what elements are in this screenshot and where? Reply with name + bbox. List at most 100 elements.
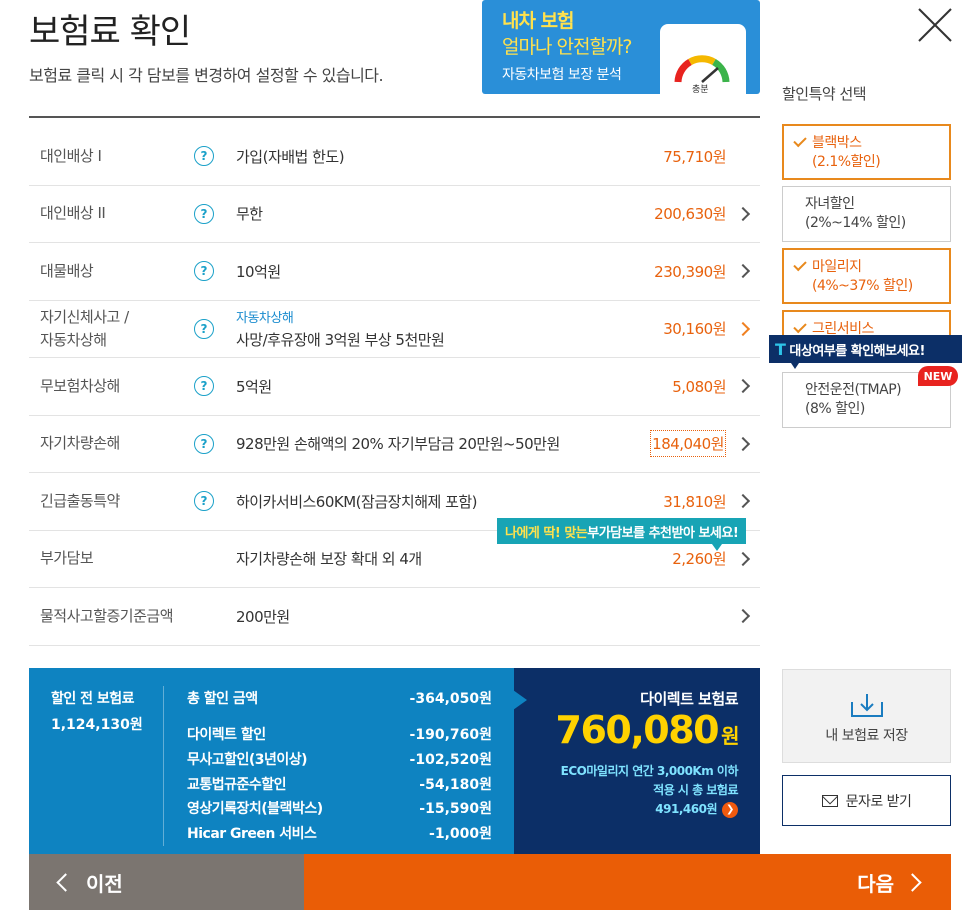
- sms-label: 문자로 받기: [845, 793, 912, 810]
- discount-value: -1,000원: [429, 826, 492, 842]
- help-icon[interactable]: ?: [194, 318, 214, 339]
- coverage-desc: 가입(자배법 한도): [236, 147, 345, 166]
- option-detail: (2.1%할인): [812, 154, 881, 170]
- coverage-desc: 사망/후유장애 3억원 부상 5천만원: [236, 331, 445, 350]
- coverage-price[interactable]: 75,710원: [663, 146, 726, 167]
- discount-value: -102,520원: [409, 752, 492, 768]
- header-divider: [29, 116, 760, 118]
- save-label: 내 보험료 저장: [825, 728, 908, 744]
- option-name: 블랙박스: [812, 135, 862, 151]
- coverage-label: 무보험차상해: [40, 376, 120, 395]
- discount-label: Hicar Green 서비스: [187, 826, 317, 842]
- prev-label: 이전: [86, 871, 123, 896]
- summary-divider: [163, 686, 164, 846]
- coverage-row[interactable]: 자기차량손해 ? 928만원 손해액의 20% 자기부담금 20만원~50만원 …: [29, 416, 760, 473]
- page-subtitle: 보험료 클릭 시 각 담보를 변경하여 설정할 수 있습니다.: [29, 66, 384, 85]
- coverage-label: 자기차량손해: [40, 434, 120, 453]
- gauge-label: 충분: [692, 85, 709, 94]
- save-premium-button[interactable]: 내 보험료 저장: [782, 669, 951, 763]
- tmap-logo-icon: T: [775, 339, 786, 359]
- coverage-label: 대인배상 I: [40, 146, 102, 165]
- discount-value: -54,180원: [419, 777, 492, 793]
- prev-button[interactable]: 이전: [29, 854, 304, 910]
- final-premium-amount: 760,080 원: [555, 708, 740, 752]
- coverage-row[interactable]: 물적사고할증기준금액 200만원: [29, 588, 760, 646]
- coverage-analysis-banner[interactable]: 내차 보험 얼마나 안전할까? 자동차보험 보장 분석 충분: [482, 0, 760, 94]
- banner-line1: 내차 보험: [502, 10, 575, 32]
- close-icon[interactable]: [916, 6, 954, 44]
- coverage-label: 긴급출동특약: [40, 491, 120, 510]
- discount-value: -190,760원: [409, 727, 492, 743]
- coverage-desc: 5억원: [236, 377, 272, 396]
- coverage-desc: 무한: [236, 205, 263, 224]
- option-name: 자녀할인: [805, 196, 855, 212]
- coverage-list: 대인배상 I ? 가입(자배법 한도) 75,710원 대인배상 II ? 무한…: [29, 128, 760, 646]
- discount-value: -15,590원: [419, 801, 492, 817]
- coverage-price[interactable]: 200,630원: [654, 203, 726, 224]
- coverage-price[interactable]: 184,040원: [650, 430, 726, 458]
- coverage-sub-label: 자동차상해: [236, 311, 294, 327]
- option-name: 마일리지: [812, 259, 862, 275]
- eco-mileage-note[interactable]: ECO마일리지 연간 3,000Km 이하 적용 시 총 보험료 491,460…: [560, 762, 739, 819]
- sms-button[interactable]: 문자로 받기: [782, 775, 951, 826]
- coverage-row[interactable]: 대인배상 I ? 가입(자배법 한도) 75,710원: [29, 128, 760, 186]
- coverage-price[interactable]: 31,810원: [663, 491, 726, 512]
- eligibility-tooltip: T 대상여부를 확인해보세요!: [769, 335, 962, 369]
- coverage-row[interactable]: 대물배상 ? 10억원 230,390원: [29, 243, 760, 301]
- coverage-desc: 200만원: [236, 607, 290, 626]
- next-label: 다음: [857, 871, 894, 896]
- chevron-right-icon[interactable]: [735, 264, 751, 279]
- discount-value: -364,050원: [409, 691, 492, 707]
- help-icon[interactable]: ?: [194, 376, 214, 397]
- coverage-row[interactable]: 대인배상 II ? 무한 200,630원: [29, 186, 760, 243]
- coverage-label: 자기신체사고 / 자동차상해: [40, 307, 129, 349]
- addon-recommend-tooltip[interactable]: 나에게 딱! 맞는 부가담보를 추천받아 보세요!: [497, 518, 747, 551]
- next-button[interactable]: 다음: [304, 854, 951, 910]
- final-premium-value: 760,080: [555, 708, 720, 752]
- banner-line2: 얼마나 안전할까?: [502, 36, 632, 58]
- eco-line1: ECO마일리지 연간 3,000Km 이하: [560, 764, 739, 778]
- chevron-left-icon: [56, 872, 75, 892]
- help-icon[interactable]: ?: [194, 491, 214, 512]
- discount-option-child[interactable]: 자녀할인 (2%~14% 할인): [782, 186, 951, 242]
- help-icon[interactable]: ?: [194, 261, 214, 282]
- final-premium-panel: 다이렉트 보험료 760,080 원 ECO마일리지 연간 3,000Km 이하 …: [513, 668, 760, 854]
- coverage-price[interactable]: 230,390원: [654, 261, 726, 282]
- discount-option-mileage[interactable]: 마일리지 (4%~37% 할인): [782, 248, 951, 304]
- discount-label: 무사고할인(3년이상): [187, 752, 308, 768]
- help-icon[interactable]: ?: [194, 203, 214, 224]
- chevron-right-icon[interactable]: [735, 494, 751, 509]
- new-badge: NEW: [918, 366, 958, 386]
- pre-discount-label: 할인 전 보험료: [51, 691, 135, 707]
- chevron-right-icon[interactable]: [735, 551, 751, 566]
- arrow-circle-icon[interactable]: ❯: [722, 801, 738, 818]
- discount-label: 다이렉트 할인: [187, 727, 266, 743]
- chevron-right-icon[interactable]: [735, 609, 751, 624]
- coverage-price[interactable]: 2,260원: [672, 548, 726, 569]
- coverage-desc: 하이카서비스60KM(잠금장치해제 포함): [236, 492, 478, 511]
- check-icon: [793, 133, 807, 148]
- check-icon: [793, 257, 807, 272]
- final-premium-title: 다이렉트 보험료: [640, 690, 738, 708]
- eco-line2: 적용 시 총 보험료: [653, 783, 738, 797]
- tooltip-text: 대상여부를 확인해보세요!: [789, 343, 925, 359]
- coverage-price[interactable]: 30,160원: [663, 318, 726, 339]
- coverage-desc-block: 자동차상해 사망/후유장애 3억원 부상 5천만원: [236, 307, 445, 350]
- discount-option-blackbox[interactable]: 블랙박스 (2.1%할인): [782, 124, 951, 180]
- help-icon[interactable]: ?: [194, 433, 214, 454]
- chevron-right-icon[interactable]: [735, 436, 751, 451]
- coverage-price[interactable]: 5,080원: [672, 376, 726, 397]
- chevron-right-icon[interactable]: [735, 379, 751, 394]
- option-detail: (2%~14% 할인): [805, 215, 906, 231]
- chevron-right-icon[interactable]: [735, 206, 751, 221]
- chevron-right-icon: [903, 872, 922, 892]
- phone-gauge-icon: 충분: [660, 24, 746, 94]
- coverage-row[interactable]: 자기신체사고 / 자동차상해 ? 자동차상해 사망/후유장애 3억원 부상 5천…: [29, 301, 760, 358]
- discount-label: 총 할인 금액: [187, 691, 258, 707]
- chevron-right-icon[interactable]: [735, 321, 751, 336]
- coverage-row[interactable]: 무보험차상해 ? 5억원 5,080원: [29, 358, 760, 416]
- discount-label: 영상기록장치(블랙박스): [187, 801, 323, 817]
- discount-section-title: 할인특약 선택: [782, 85, 867, 103]
- option-detail: (8% 할인): [805, 401, 865, 417]
- help-icon[interactable]: ?: [194, 146, 214, 167]
